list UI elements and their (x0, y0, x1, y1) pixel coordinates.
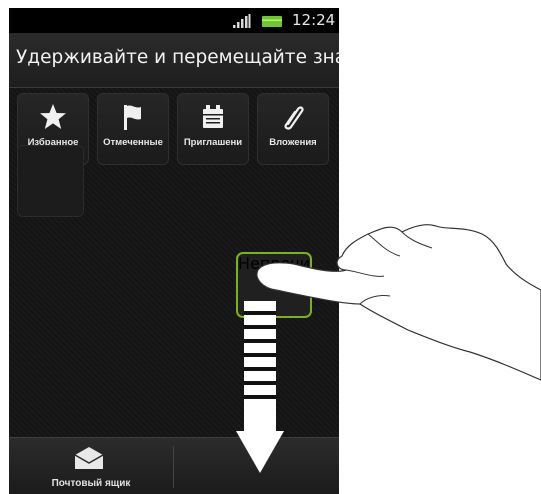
flag-icon (124, 105, 141, 130)
title-bar: Удерживайте и перемещайте значо (9, 33, 339, 88)
tile-flagged[interactable]: Отмеченные (97, 93, 169, 165)
battery-icon (262, 16, 282, 27)
page-title: Удерживайте и перемещайте значо (16, 47, 339, 68)
paperclip-icon (284, 106, 304, 130)
calendar-icon (203, 105, 223, 128)
status-clock: 12:24 (292, 11, 336, 29)
signal-bars-icon (233, 14, 251, 28)
tile-label: Отмеченные (103, 137, 163, 148)
mailbox-label: Почтовый ящик (51, 478, 131, 489)
tile-attachments[interactable]: Вложения (257, 93, 329, 165)
mailbox-button[interactable]: Почтовый ящик (9, 438, 173, 494)
star-icon (40, 104, 66, 129)
tile-label: Приглашени (183, 137, 243, 148)
empty-tile-slot[interactable] (17, 145, 84, 217)
status-bar: 12:24 (9, 8, 339, 33)
tile-label: Вложения (269, 137, 317, 148)
open-envelope-icon (74, 447, 104, 469)
pointing-hand-icon (256, 224, 541, 381)
bottom-bar: Почтовый ящик (9, 437, 339, 494)
tile-invitations[interactable]: Приглашени (177, 93, 249, 165)
